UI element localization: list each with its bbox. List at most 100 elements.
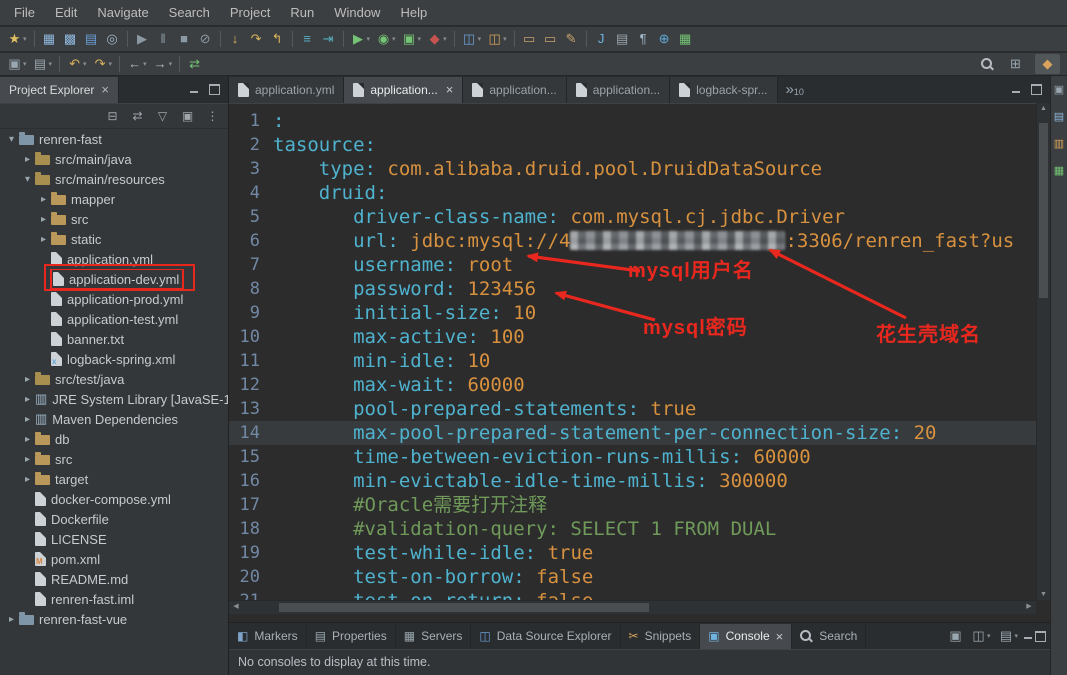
toolbar-format-icon[interactable]: ≡ bbox=[298, 29, 317, 49]
console-open-console-icon[interactable]: ▤ ▾ bbox=[996, 626, 1020, 646]
scroll-right-icon[interactable]: ▶ bbox=[1023, 602, 1035, 610]
vscroll-thumb[interactable] bbox=[1039, 123, 1048, 298]
expand-arrow-icon[interactable]: ▾ bbox=[20, 174, 35, 185]
tab-data-source-explorer[interactable]: ◫ Data Source Explorer bbox=[471, 623, 621, 649]
maximize-icon[interactable] bbox=[1035, 630, 1046, 642]
tree-item-static[interactable]: ▸ static bbox=[0, 229, 228, 249]
toolbar-suspend-icon[interactable]: ‖ bbox=[154, 29, 173, 49]
tree-item-src-main-resources[interactable]: ▾ src/main/resources bbox=[0, 169, 228, 189]
view-menu-icon[interactable]: ⋮ bbox=[203, 106, 222, 126]
toolbar-resume-icon[interactable]: ▶ bbox=[133, 29, 152, 49]
toolbar-open-folder-icon[interactable]: ▭ bbox=[520, 29, 539, 49]
toolbar-new-java-file-icon[interactable]: J bbox=[592, 29, 611, 49]
tab-console[interactable]: ▣ Console × bbox=[700, 623, 793, 649]
tree-item-db[interactable]: ▸ db bbox=[0, 429, 228, 449]
menu-window[interactable]: Window bbox=[324, 0, 390, 26]
scroll-down-icon[interactable]: ▼ bbox=[1037, 591, 1050, 598]
expand-arrow-icon[interactable]: ▸ bbox=[20, 474, 35, 485]
expand-arrow-icon[interactable]: ▸ bbox=[20, 374, 35, 385]
filter-icon[interactable]: ▽ bbox=[153, 106, 172, 126]
toolbar-search-file-icon[interactable]: ◎ bbox=[103, 29, 122, 49]
expand-arrow-icon[interactable]: ▸ bbox=[20, 414, 35, 425]
toolbar-disconnect-icon[interactable]: ⊘ bbox=[196, 29, 215, 49]
collapse-all-icon[interactable]: ⊟ bbox=[103, 106, 122, 126]
tab-search[interactable]: Search bbox=[792, 623, 867, 649]
minimize-icon[interactable] bbox=[1011, 85, 1021, 95]
menu-navigate[interactable]: Navigate bbox=[87, 0, 158, 26]
toolbar-debug-icon[interactable]: ◉ ▾ bbox=[374, 29, 398, 49]
editor-tab-overflow[interactable]: » 10 bbox=[786, 81, 804, 98]
tree-item-src[interactable]: ▸ src bbox=[0, 209, 228, 229]
editor-tab-1[interactable]: application.yml bbox=[229, 76, 345, 103]
menu-project[interactable]: Project bbox=[220, 0, 280, 26]
nav-forward-annotation-icon[interactable]: ↷ ▾ bbox=[91, 54, 115, 74]
expand-arrow-icon[interactable]: ▾ bbox=[4, 134, 19, 145]
tree-item-logback-spring-xml[interactable]: x logback-spring.xml bbox=[0, 349, 228, 369]
expand-arrow-icon[interactable]: ▸ bbox=[20, 434, 35, 445]
tree-item-target[interactable]: ▸ target bbox=[0, 469, 228, 489]
minimize-icon[interactable] bbox=[1023, 631, 1033, 641]
nav-forward-history-icon[interactable]: → ▾ bbox=[151, 54, 175, 74]
toolbar-step-over-icon[interactable]: ↷ bbox=[247, 29, 266, 49]
tree-item-mapper[interactable]: ▸ mapper bbox=[0, 189, 228, 209]
editor-tab-3[interactable]: application... bbox=[463, 76, 567, 103]
toolbar-open-resource-icon[interactable]: ▭ bbox=[541, 29, 560, 49]
maximize-icon[interactable] bbox=[209, 84, 220, 95]
minimize-icon[interactable] bbox=[189, 85, 199, 95]
scroll-up-icon[interactable]: ▲ bbox=[1037, 105, 1050, 112]
tab-servers[interactable]: ▦ Servers bbox=[396, 623, 472, 649]
toolbar-step-into-icon[interactable]: ↓ bbox=[226, 29, 245, 49]
toolbar-profile-icon[interactable]: ◆ ▾ bbox=[425, 29, 449, 49]
tree-item-src-main-java[interactable]: ▸ src/main/java bbox=[0, 149, 228, 169]
tree-item-dockerfile[interactable]: Dockerfile bbox=[0, 509, 228, 529]
scroll-left-icon[interactable]: ◀ bbox=[230, 602, 242, 610]
close-icon[interactable]: × bbox=[776, 629, 784, 644]
tree-item-src[interactable]: ▸ src bbox=[0, 449, 228, 469]
tab-properties[interactable]: ▤ Properties bbox=[307, 623, 396, 649]
toolbar-new-wizard-icon[interactable]: ★ ▾ bbox=[5, 29, 29, 49]
nav-perspective-javaee-icon[interactable]: ◆ bbox=[1035, 54, 1060, 74]
tree-item-application-dev-yml[interactable]: application-dev.yml bbox=[0, 269, 228, 289]
close-icon[interactable]: × bbox=[101, 83, 109, 96]
code-editor[interactable]: 1:2 tasource: 3 type: com.alibaba.druid.po… bbox=[229, 103, 1036, 600]
hscroll-thumb[interactable] bbox=[279, 603, 649, 612]
toolbar-step-return-icon[interactable]: ↰ bbox=[268, 29, 287, 49]
tree-item-renren-fast-vue[interactable]: ▸ renren-fast-vue bbox=[0, 609, 228, 629]
nav-quick-search-icon[interactable] bbox=[979, 54, 996, 74]
toolbar-database-connect-icon[interactable]: ◫ ▾ bbox=[485, 29, 509, 49]
tree-item-application-test-yml[interactable]: application-test.yml bbox=[0, 309, 228, 329]
nav-open-perspective-icon[interactable]: ⊞ bbox=[1006, 54, 1025, 74]
toolbar-save-icon[interactable]: ▦ bbox=[40, 29, 59, 49]
console-new-console-icon[interactable]: ▣ bbox=[946, 626, 965, 646]
toolbar-javadoc-icon[interactable]: ▤ bbox=[613, 29, 632, 49]
nav-back-history-icon[interactable]: ← ▾ bbox=[125, 54, 149, 74]
tab-markers[interactable]: ◧ Markers bbox=[229, 623, 307, 649]
toolbar-web-browser-icon[interactable]: ⊕ bbox=[655, 29, 674, 49]
nav-link-with-editor-icon[interactable]: ⇄ bbox=[185, 54, 204, 74]
editor-tab-2[interactable]: application... × bbox=[344, 76, 464, 103]
tree-item-application-yml[interactable]: application.yml bbox=[0, 249, 228, 269]
vertical-scrollbar[interactable]: ▲ ▼ bbox=[1036, 103, 1050, 600]
link-with-editor-icon[interactable]: ⇄ bbox=[128, 106, 147, 126]
expand-arrow-icon[interactable]: ▸ bbox=[20, 394, 35, 405]
minimized-other-view-icon[interactable]: ▦ bbox=[1050, 161, 1067, 181]
menu-help[interactable]: Help bbox=[390, 0, 437, 26]
toolbar-save-all-icon[interactable]: ▩ bbox=[61, 29, 80, 49]
expand-arrow-icon[interactable]: ▸ bbox=[4, 614, 19, 625]
close-icon[interactable]: × bbox=[446, 83, 454, 96]
tree-item-renren-fast-iml[interactable]: renren-fast.iml bbox=[0, 589, 228, 609]
toolbar-print-icon[interactable]: ▤ bbox=[82, 29, 101, 49]
focus-on-active-task-icon[interactable]: ▣ bbox=[178, 106, 197, 126]
minimized-outline-view-icon[interactable]: ▤ bbox=[1050, 107, 1067, 127]
maximize-icon[interactable] bbox=[1031, 84, 1042, 95]
tree-item-maven-dependencies[interactable]: ▸ ▥ Maven Dependencies bbox=[0, 409, 228, 429]
tab-snippets[interactable]: ✂ Snippets bbox=[621, 623, 701, 649]
tab-project-explorer[interactable]: Project Explorer × bbox=[0, 76, 119, 103]
editor-tab-5[interactable]: logback-spr... bbox=[670, 76, 778, 103]
expand-arrow-icon[interactable]: ▸ bbox=[20, 454, 35, 465]
toolbar-new-sql-icon[interactable]: ◫ ▾ bbox=[460, 29, 484, 49]
toolbar-show-whitespace-icon[interactable]: ¶ bbox=[634, 29, 653, 49]
expand-arrow-icon[interactable]: ▸ bbox=[36, 214, 51, 225]
nav-annotation-nav-icon[interactable]: ▤ ▾ bbox=[31, 54, 55, 74]
toolbar-mark-occurrences-icon[interactable]: ⇥ bbox=[319, 29, 338, 49]
